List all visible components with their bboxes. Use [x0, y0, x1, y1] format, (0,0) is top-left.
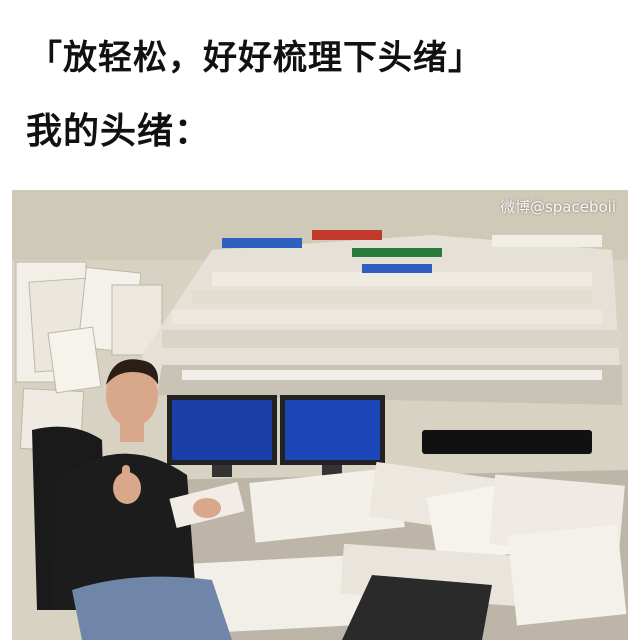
meme-photo: 微博@spaceboii — [12, 190, 628, 640]
messy-desk-scene — [12, 190, 628, 640]
monitor-right — [280, 395, 385, 477]
monitor-left — [167, 395, 277, 477]
censor-bar — [422, 430, 592, 454]
paper-pile-shelf — [142, 230, 622, 405]
jeans — [72, 576, 232, 640]
caption-line-2: 我的头绪： — [26, 111, 212, 152]
caption-line-1: 「放轻松，好好梳理下头绪」 — [28, 38, 483, 78]
watermark: 微博@spaceboii — [499, 198, 616, 216]
